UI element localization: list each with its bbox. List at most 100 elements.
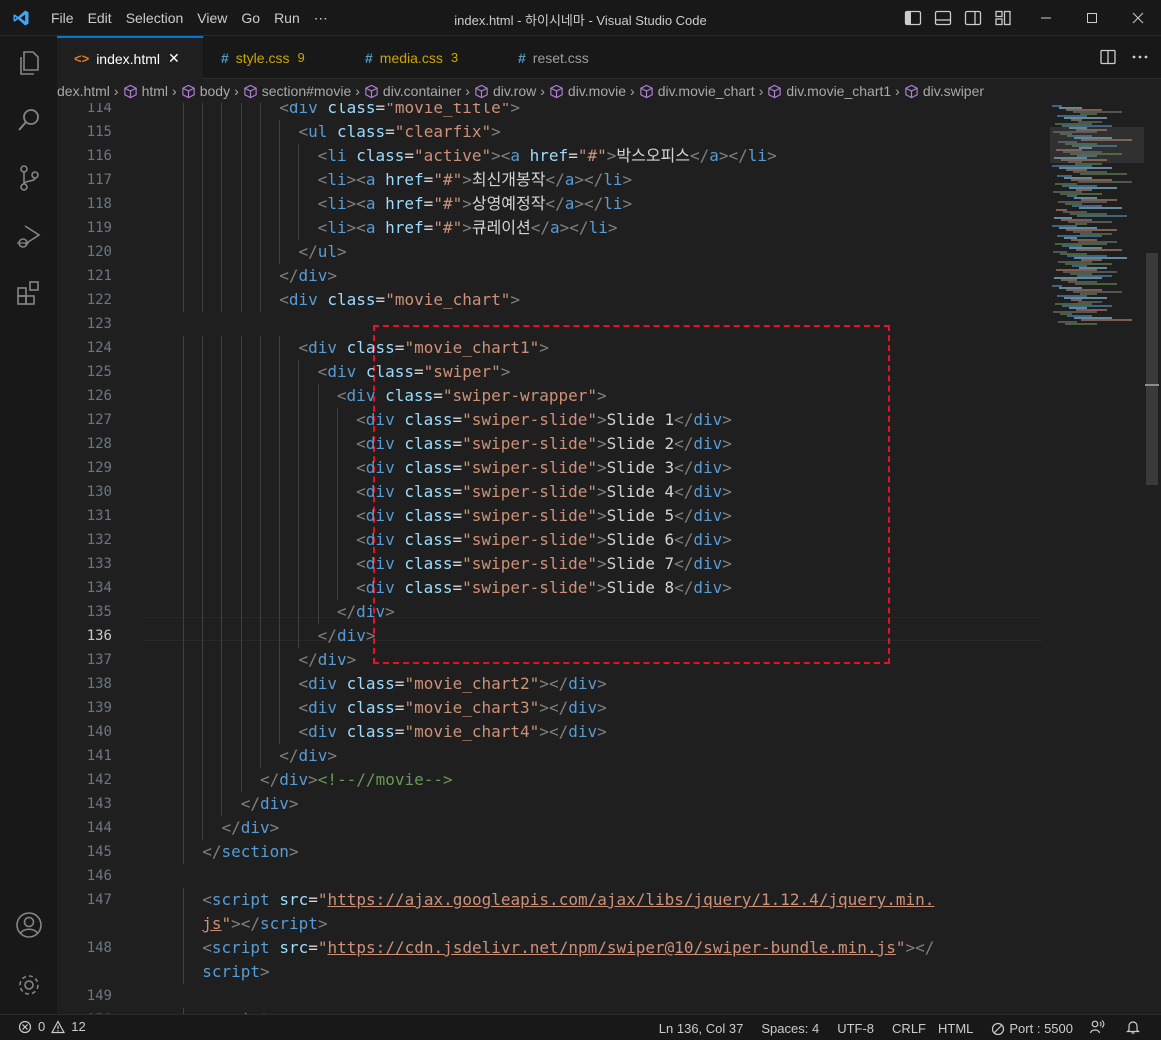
code-line[interactable]: 146 xyxy=(57,864,1143,888)
code-line[interactable]: 127 <div class="swiper-slide">Slide 1</di… xyxy=(57,408,1143,432)
indentation[interactable]: Spaces: 4 xyxy=(761,1021,819,1036)
code-line[interactable]: 138 <div class="movie_chart2"></div> xyxy=(57,672,1143,696)
code-line[interactable]: 134 <div class="swiper-slide">Slide 8</di… xyxy=(57,576,1143,600)
breadcrumb-item[interactable]: dex.html xyxy=(57,83,110,99)
code-line[interactable]: 126 <div class="swiper-wrapper"> xyxy=(57,384,1143,408)
menu-file[interactable]: File xyxy=(44,10,81,26)
code-line[interactable]: 147 <script src="https://ajax.googleapis.… xyxy=(57,888,1143,912)
breadcrumb-item[interactable]: html xyxy=(123,83,168,99)
code-line[interactable]: 114 <div class="movie_title"> xyxy=(57,103,1143,120)
breadcrumb-item[interactable]: div.movie_chart xyxy=(639,83,755,99)
minimap[interactable] xyxy=(1050,103,1144,1014)
tab-reset-css[interactable]: # reset.css xyxy=(494,36,644,79)
code-line[interactable]: 136 </div> xyxy=(57,624,1143,648)
tab-style-css[interactable]: # style.css 9 xyxy=(203,36,347,79)
breadcrumb-item[interactable]: section#movie xyxy=(243,83,351,99)
split-editor-icon[interactable] xyxy=(1099,48,1117,66)
code-line[interactable]: 118 <li><a href="#">상영예정작</a></li> xyxy=(57,192,1143,216)
code-line[interactable]: 143 </div> xyxy=(57,792,1143,816)
explorer-button[interactable] xyxy=(12,46,46,80)
customize-layout-icon[interactable] xyxy=(993,8,1013,28)
menu-go[interactable]: Go xyxy=(234,10,267,26)
close-window-button[interactable] xyxy=(1115,0,1161,36)
accounts-button[interactable] xyxy=(12,908,46,942)
vertical-scrollbar[interactable] xyxy=(1145,103,1159,1014)
code-line[interactable]: 144 </div> xyxy=(57,816,1143,840)
indent-guide xyxy=(221,144,223,168)
run-debug-button[interactable] xyxy=(12,219,46,253)
notifications-button[interactable] xyxy=(1125,1019,1141,1038)
code-line[interactable]: 117 <li><a href="#">최신개봉작</a></li> xyxy=(57,168,1143,192)
accessibility-button[interactable] xyxy=(1089,1019,1105,1038)
code-line[interactable]: 137 </div> xyxy=(57,648,1143,672)
scrollbar-thumb[interactable] xyxy=(1146,253,1158,485)
code-line[interactable]: 123 xyxy=(57,312,1143,336)
code-line[interactable]: 140 <div class="movie_chart4"></div> xyxy=(57,720,1143,744)
menu-more[interactable]: ⋯ xyxy=(307,10,335,27)
extensions-button[interactable] xyxy=(12,276,46,310)
code-line[interactable]: 133 <div class="swiper-slide">Slide 7</di… xyxy=(57,552,1143,576)
maximize-button[interactable] xyxy=(1069,0,1115,36)
indent-guide xyxy=(240,600,242,624)
tab-index-html[interactable]: <> index.html ✕ xyxy=(57,36,203,79)
code-token: > xyxy=(597,554,607,573)
menu-run[interactable]: Run xyxy=(267,10,307,26)
code-line[interactable]: 142 </div><!--//movie--> xyxy=(57,768,1143,792)
code-line[interactable]: 149 xyxy=(57,984,1143,1008)
code-token: = xyxy=(375,103,386,117)
code-editor[interactable]: 114 <div class="movie_title"> 115 <ul class… xyxy=(57,103,1161,1014)
code-line[interactable]: 139 <div class="movie_chart3"></div> xyxy=(57,696,1143,720)
language-mode[interactable]: HTML xyxy=(938,1021,973,1036)
indent-guide xyxy=(221,504,223,528)
code-line[interactable]: 132 <div class="swiper-slide">Slide 6</di… xyxy=(57,528,1143,552)
editor-tabs: <> index.html ✕ # style.css 9 # media.cs… xyxy=(57,36,1161,79)
toggle-panel-icon[interactable] xyxy=(933,8,953,28)
breadcrumb-item[interactable]: div.movie_chart1 xyxy=(767,83,891,99)
code-line[interactable]: 131 <div class="swiper-slide">Slide 5</di… xyxy=(57,504,1143,528)
end-of-line[interactable]: CRLF xyxy=(892,1021,926,1036)
code-line[interactable]: 135 </div> xyxy=(57,600,1143,624)
code-line[interactable]: 141 </div> xyxy=(57,744,1143,768)
breadcrumb-item[interactable]: div.swiper xyxy=(904,83,984,99)
live-server-port[interactable]: Port : 5500 xyxy=(991,1021,1073,1036)
minimize-button[interactable] xyxy=(1023,0,1069,36)
toggle-primary-sidebar-icon[interactable] xyxy=(903,8,923,28)
code-token: </ xyxy=(221,818,241,837)
code-line[interactable]: 145 </section> xyxy=(57,840,1143,864)
cursor-position[interactable]: Ln 136, Col 37 xyxy=(659,1021,744,1036)
code-line[interactable]: 148 <script src="https://cdn.jsdelivr.net… xyxy=(57,936,1143,960)
breadcrumb-item[interactable]: body xyxy=(181,83,230,99)
menu-view[interactable]: View xyxy=(190,10,234,26)
encoding[interactable]: UTF-8 xyxy=(837,1021,874,1036)
search-button[interactable] xyxy=(12,103,46,137)
code-line[interactable]: 130 <div class="swiper-slide">Slide 4</di… xyxy=(57,480,1143,504)
source-control-button[interactable] xyxy=(12,161,46,195)
more-actions-icon[interactable] xyxy=(1131,48,1149,66)
code-line[interactable]: script> xyxy=(57,960,1143,984)
breadcrumb-item[interactable]: div.row xyxy=(474,83,536,99)
menu-selection[interactable]: Selection xyxy=(119,10,191,26)
error-count: 0 xyxy=(38,1019,46,1034)
minimap-slider[interactable] xyxy=(1050,127,1144,163)
code-line[interactable]: 124 <div class="movie_chart1"> xyxy=(57,336,1143,360)
code-line[interactable]: 121 </div> xyxy=(57,264,1143,288)
manage-button[interactable] xyxy=(12,968,46,1002)
code-line[interactable]: 120 </ul> xyxy=(57,240,1143,264)
close-tab-icon[interactable]: ✕ xyxy=(168,50,180,67)
breadcrumb-item[interactable]: div.container xyxy=(364,83,461,99)
code-line[interactable]: 122 <div class="movie_chart"> xyxy=(57,288,1143,312)
tab-media-css[interactable]: # media.css 3 xyxy=(347,36,494,79)
code-line[interactable]: 116 <li class="active"><a href="#">박스오피스<… xyxy=(57,144,1143,168)
code-line[interactable]: 129 <div class="swiper-slide">Slide 3</di… xyxy=(57,456,1143,480)
code-line[interactable]: 115 <ul class="clearfix"> xyxy=(57,120,1143,144)
toggle-secondary-sidebar-icon[interactable] xyxy=(963,8,983,28)
indent-guide xyxy=(183,336,184,360)
code-line[interactable]: 125 <div class="swiper"> xyxy=(57,360,1143,384)
code-line[interactable]: 119 <li><a href="#">큐레이션</a></li> xyxy=(57,216,1143,240)
problems-indicator[interactable]: 0 12 xyxy=(18,1019,86,1034)
breadcrumb-item[interactable]: div.movie xyxy=(549,83,626,99)
code-line[interactable]: js"></script> xyxy=(57,912,1143,936)
menu-edit[interactable]: Edit xyxy=(81,10,119,26)
code-line[interactable]: 128 <div class="swiper-slide">Slide 2</di… xyxy=(57,432,1143,456)
close-icon xyxy=(1132,12,1144,24)
